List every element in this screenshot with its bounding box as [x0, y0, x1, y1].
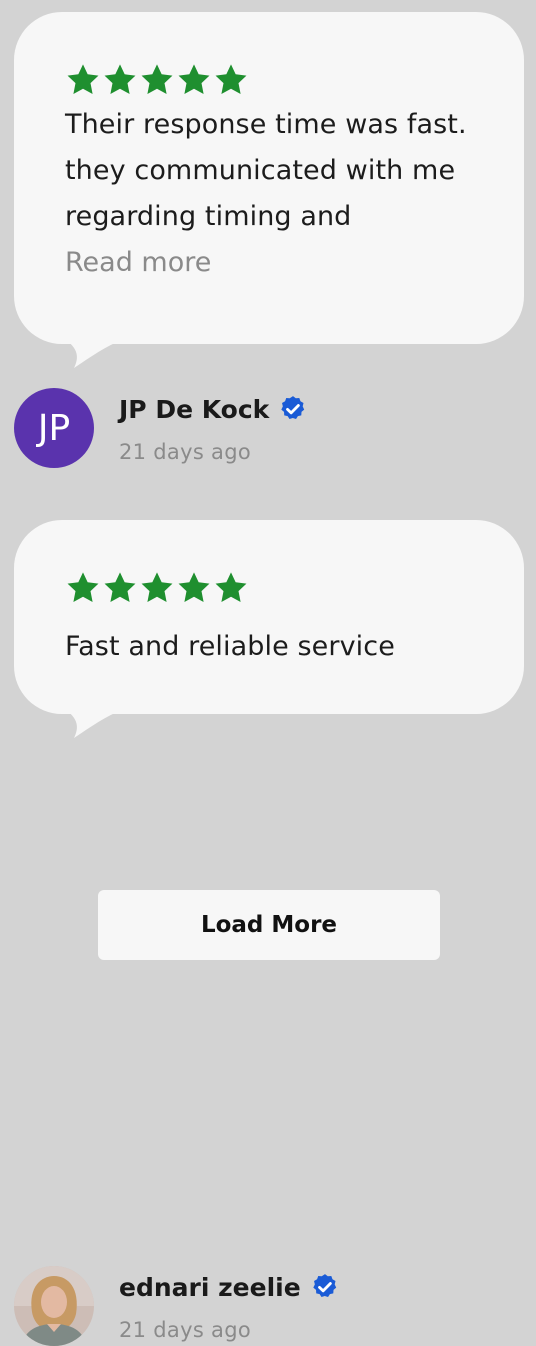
verified-badge-icon [311, 1273, 339, 1301]
load-more-button[interactable]: Load More [98, 890, 440, 960]
rating-stars [65, 62, 484, 98]
author-meta: ednari zeelie 21 days ago [119, 1270, 339, 1342]
star-icon [65, 570, 101, 606]
bubble-tail [66, 710, 126, 740]
star-icon [139, 570, 175, 606]
review-bubble: Fast and reliable service [14, 520, 524, 738]
avatar [14, 1266, 94, 1346]
star-icon [139, 62, 175, 98]
star-icon [213, 570, 249, 606]
author-meta: JP De Kock 21 days ago [119, 392, 307, 464]
star-icon [213, 62, 249, 98]
star-icon [65, 62, 101, 98]
review-date: 21 days ago [119, 440, 251, 464]
review-text: Fast and reliable service [65, 631, 395, 662]
author-name: ednari zeelie [119, 1272, 301, 1302]
star-icon [102, 62, 138, 98]
review-card: Their response time was fast. they commu… [14, 12, 524, 468]
star-icon [176, 62, 212, 98]
read-more-link[interactable]: Read more [65, 240, 211, 286]
review-author: JP JP De Kock 21 days ago [14, 388, 514, 468]
review-date: 21 days ago [119, 1318, 251, 1342]
author-name-row: JP De Kock [119, 392, 307, 426]
review-card: Fast and reliable service ednari zeelie [14, 520, 524, 1346]
bubble-tail [66, 340, 126, 370]
review-text: Their response time was fast. they commu… [65, 109, 467, 232]
verified-badge-icon [279, 395, 307, 423]
author-name-row: ednari zeelie [119, 1270, 339, 1304]
rating-stars [65, 570, 484, 606]
avatar: JP [14, 388, 94, 468]
star-icon [102, 570, 138, 606]
review-author: ednari zeelie 21 days ago [14, 1266, 514, 1346]
review-bubble: Their response time was fast. they commu… [14, 12, 524, 368]
author-name: JP De Kock [119, 394, 270, 424]
star-icon [176, 570, 212, 606]
